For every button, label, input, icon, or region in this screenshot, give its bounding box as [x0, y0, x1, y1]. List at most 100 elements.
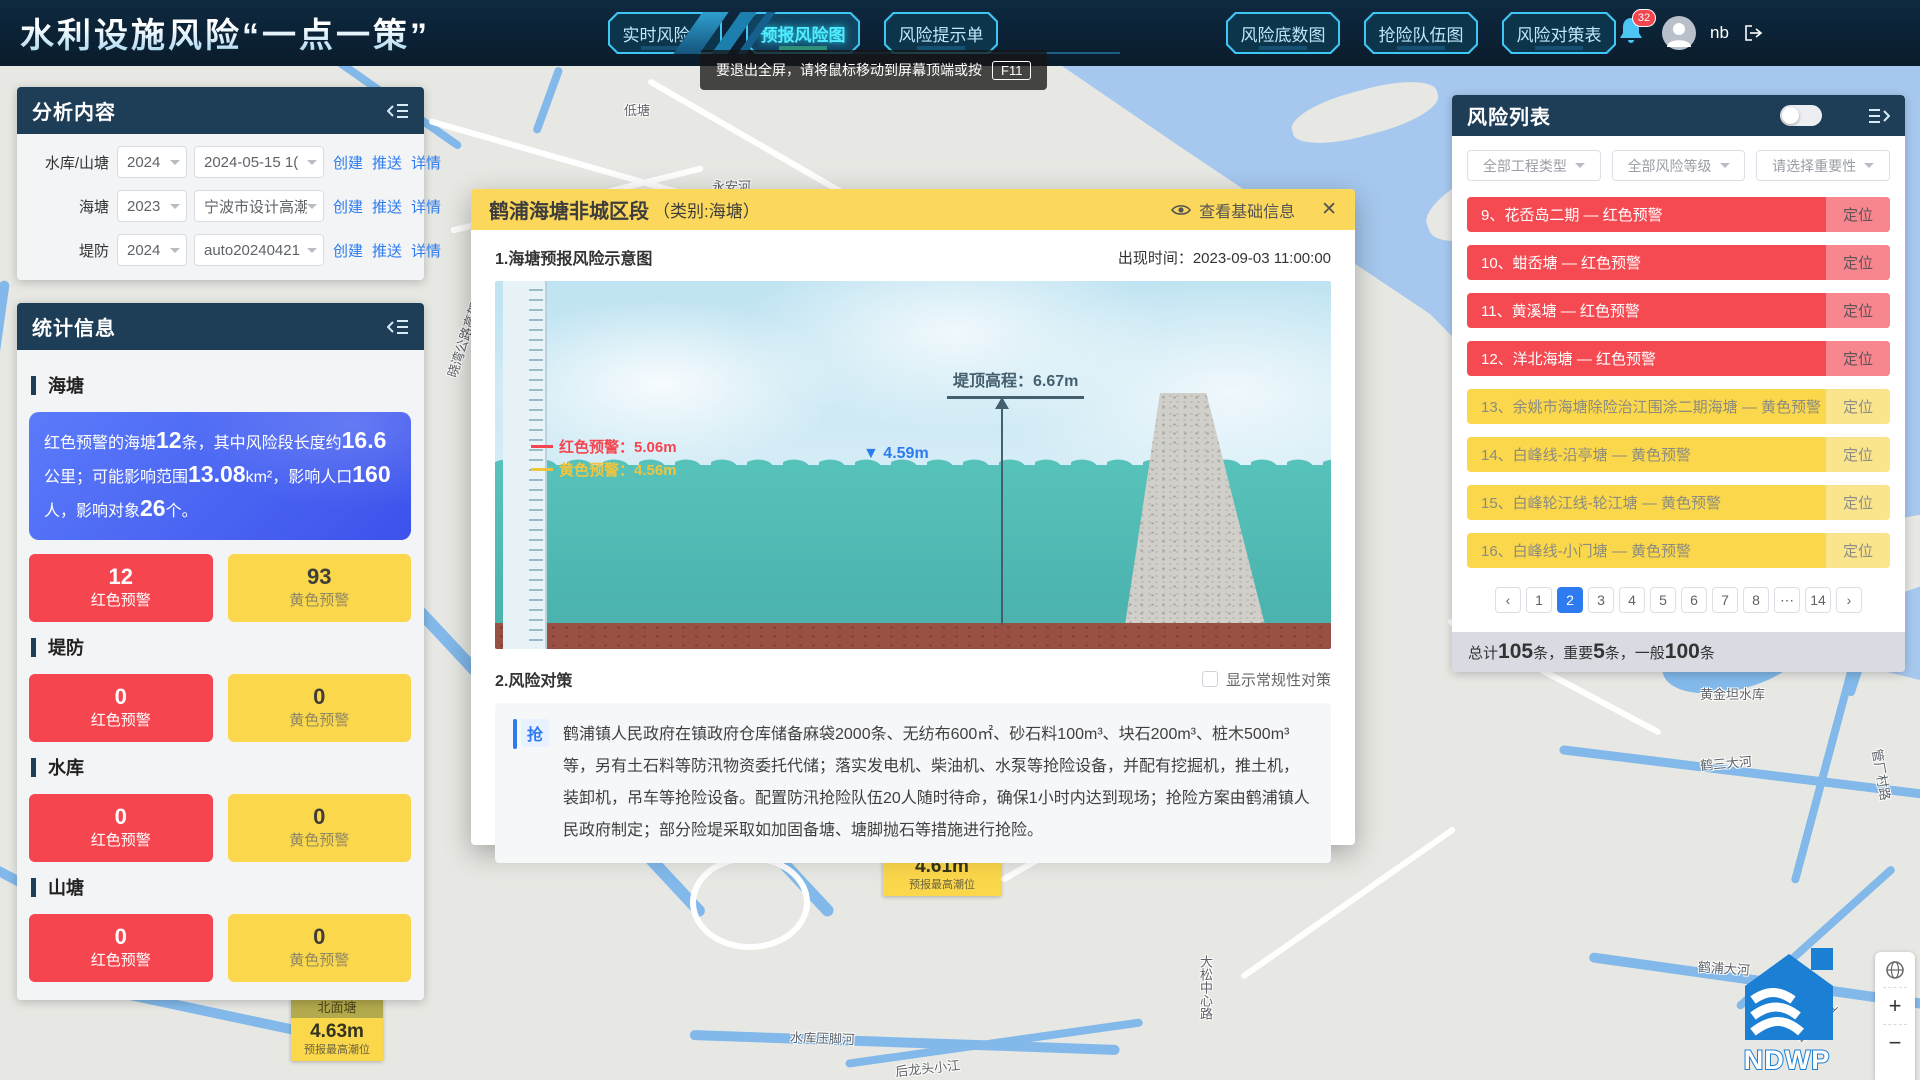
nav-button-6[interactable]: 风险对策表	[1502, 12, 1616, 54]
red-warning-count: 0	[115, 924, 127, 950]
yellow-warning-card[interactable]: 0 黄色预警	[228, 914, 412, 982]
page-button[interactable]: ‹	[1495, 587, 1521, 613]
nav-button-label: 抢险队伍图	[1366, 14, 1476, 52]
create-link[interactable]: 创建	[333, 240, 363, 261]
collapse-right-icon[interactable]	[1868, 108, 1890, 124]
page-button[interactable]: 3	[1588, 587, 1614, 613]
detail-link[interactable]: 详情	[411, 196, 441, 217]
push-link[interactable]: 推送	[372, 240, 402, 261]
risk-list-toggle[interactable]	[1780, 105, 1822, 126]
page-button[interactable]: 2	[1557, 587, 1583, 613]
globe-icon[interactable]	[1885, 960, 1905, 980]
tide-marker[interactable]: 北面塘 4.63m 预报最高潮位	[291, 997, 383, 1061]
push-link[interactable]: 推送	[372, 152, 402, 173]
rescue-tag: 抢	[513, 719, 549, 749]
locate-button[interactable]: 定位	[1826, 533, 1890, 568]
risk-list-item[interactable]: 15、白峰轮江线-轮江塘 — 黄色预警 定位	[1467, 485, 1890, 520]
locate-button[interactable]: 定位	[1826, 341, 1890, 376]
logout-button[interactable]	[1743, 23, 1763, 43]
red-warning-label: 红色预警	[91, 710, 151, 732]
scheme-select[interactable]: auto20240421	[194, 234, 324, 266]
risk-list-item[interactable]: 11、黄溪塘 — 红色预警 定位	[1467, 293, 1890, 328]
show-routine-measures-label: 显示常规性对策	[1226, 669, 1331, 690]
year-select[interactable]: 2024	[117, 146, 187, 178]
risk-item-text: 12、洋北海塘 — 红色预警	[1467, 341, 1826, 376]
analysis-row: 水库/山塘 2024 2024-05-15 1( 创建 推送 详情	[29, 146, 410, 178]
year-select[interactable]: 2024	[117, 234, 187, 266]
chevron-down-icon	[170, 204, 180, 214]
nav-button-4[interactable]: 风险底数图	[1226, 12, 1340, 54]
marker-caption: 预报最高潮位	[885, 878, 999, 892]
text-segment: 红色预警的海塘	[44, 435, 156, 452]
view-basic-info-button[interactable]: 查看基础信息	[1171, 198, 1295, 222]
risk-list-item[interactable]: 14、白峰线-沿亭塘 — 黄色预警 定位	[1467, 437, 1890, 472]
yellow-warning-card[interactable]: 0 黄色预警	[228, 674, 412, 742]
push-link[interactable]: 推送	[372, 196, 402, 217]
page-button[interactable]: ›	[1836, 587, 1862, 613]
stat-group-title-row: 水库	[31, 754, 411, 780]
warning-cards: 0 红色预警 0 黄色预警	[29, 794, 411, 862]
page-button[interactable]: 5	[1650, 587, 1676, 613]
stat-group: 水库 0 红色预警 0 黄色预警	[29, 754, 411, 862]
notification-bell[interactable]: 32	[1618, 15, 1648, 51]
scheme-select[interactable]: 宁波市设计高潮	[194, 190, 324, 222]
page-button[interactable]: 6	[1681, 587, 1707, 613]
ndwp-logo-text: NDWP	[1744, 1045, 1831, 1075]
detail-link[interactable]: 详情	[411, 240, 441, 261]
red-warning-card[interactable]: 0 红色预警	[29, 794, 213, 862]
create-link[interactable]: 创建	[333, 196, 363, 217]
stat-group-title-row: 山塘	[31, 874, 411, 900]
zoom-in-button[interactable]: +	[1889, 995, 1902, 1017]
risk-item-text: 11、黄溪塘 — 红色预警	[1467, 293, 1826, 328]
page-button[interactable]: 14	[1805, 587, 1831, 613]
page-button[interactable]: 4	[1619, 587, 1645, 613]
risk-list-item[interactable]: 12、洋北海塘 — 红色预警 定位	[1467, 341, 1890, 376]
red-warning-card[interactable]: 0 红色预警	[29, 914, 213, 982]
locate-button[interactable]: 定位	[1826, 197, 1890, 232]
tag-bar	[513, 719, 517, 749]
close-icon[interactable]: ✕	[1321, 198, 1337, 221]
risk-list-item[interactable]: 9、花岙岛二期 — 红色预警 定位	[1467, 197, 1890, 232]
year-select[interactable]: 2023	[117, 190, 187, 222]
avatar[interactable]	[1662, 16, 1696, 50]
yellow-warning-card[interactable]: 93 黄色预警	[228, 554, 412, 622]
red-warning-card[interactable]: 12 红色预警	[29, 554, 213, 622]
analysis-panel-title: 分析内容	[32, 96, 116, 125]
filter-select[interactable]: 请选择重要性	[1756, 150, 1890, 181]
page-button[interactable]: 7	[1712, 587, 1738, 613]
yellow-warning-card[interactable]: 0 黄色预警	[228, 794, 412, 862]
create-link[interactable]: 创建	[333, 152, 363, 173]
nav-button-3[interactable]: 风险提示单	[884, 12, 998, 54]
detail-link[interactable]: 详情	[411, 152, 441, 173]
locate-button[interactable]: 定位	[1826, 245, 1890, 280]
filter-select[interactable]: 全部风险等级	[1612, 150, 1746, 181]
scheme-select[interactable]: 2024-05-15 1(	[194, 146, 324, 178]
locate-button[interactable]: 定位	[1826, 485, 1890, 520]
collapse-left-icon[interactable]	[387, 319, 409, 335]
filter-select[interactable]: 全部工程类型	[1467, 150, 1601, 181]
risk-list-item[interactable]: 13、余姚市海塘除险治江围涂二期海塘 — 黄色预警 定位	[1467, 389, 1890, 424]
show-routine-measures[interactable]: 显示常规性对策	[1202, 669, 1331, 690]
locate-button[interactable]: 定位	[1826, 437, 1890, 472]
locate-button[interactable]: 定位	[1826, 293, 1890, 328]
text-segment: 人，影响对象	[44, 503, 140, 520]
red-warning-label: 红色预警	[91, 590, 151, 612]
map-label: 低塘	[624, 100, 650, 119]
seawall-summary: 红色预警的海塘12条，其中风险段长度约16.6公里；可能影响范围13.08km²…	[29, 412, 411, 540]
risk-list-item[interactable]: 10、蚶岙塘 — 红色预警 定位	[1467, 245, 1890, 280]
page-button[interactable]: ⋯	[1774, 587, 1800, 613]
stat-group-title: 水库	[48, 754, 84, 780]
red-warning-card[interactable]: 0 红色预警	[29, 674, 213, 742]
zoom-out-button[interactable]: −	[1889, 1032, 1902, 1054]
nav-button-5[interactable]: 抢险队伍图	[1364, 12, 1478, 54]
page-button[interactable]: 1	[1526, 587, 1552, 613]
checkbox-icon[interactable]	[1202, 671, 1218, 687]
yellow-warning-label: 黄色预警	[289, 830, 349, 852]
collapse-left-icon[interactable]	[387, 103, 409, 119]
statistics-panel-header: 统计信息	[17, 303, 424, 350]
page-button[interactable]: 8	[1743, 587, 1769, 613]
risk-list-item[interactable]: 16、白峰线-小门塘 — 黄色预警 定位	[1467, 533, 1890, 568]
yellow-warning-level-label: 黄色预警：4.56m	[559, 459, 677, 480]
locate-button[interactable]: 定位	[1826, 389, 1890, 424]
modal-header: 鹤浦海塘非城区段 （类别:海塘） 查看基础信息 ✕	[471, 189, 1355, 230]
